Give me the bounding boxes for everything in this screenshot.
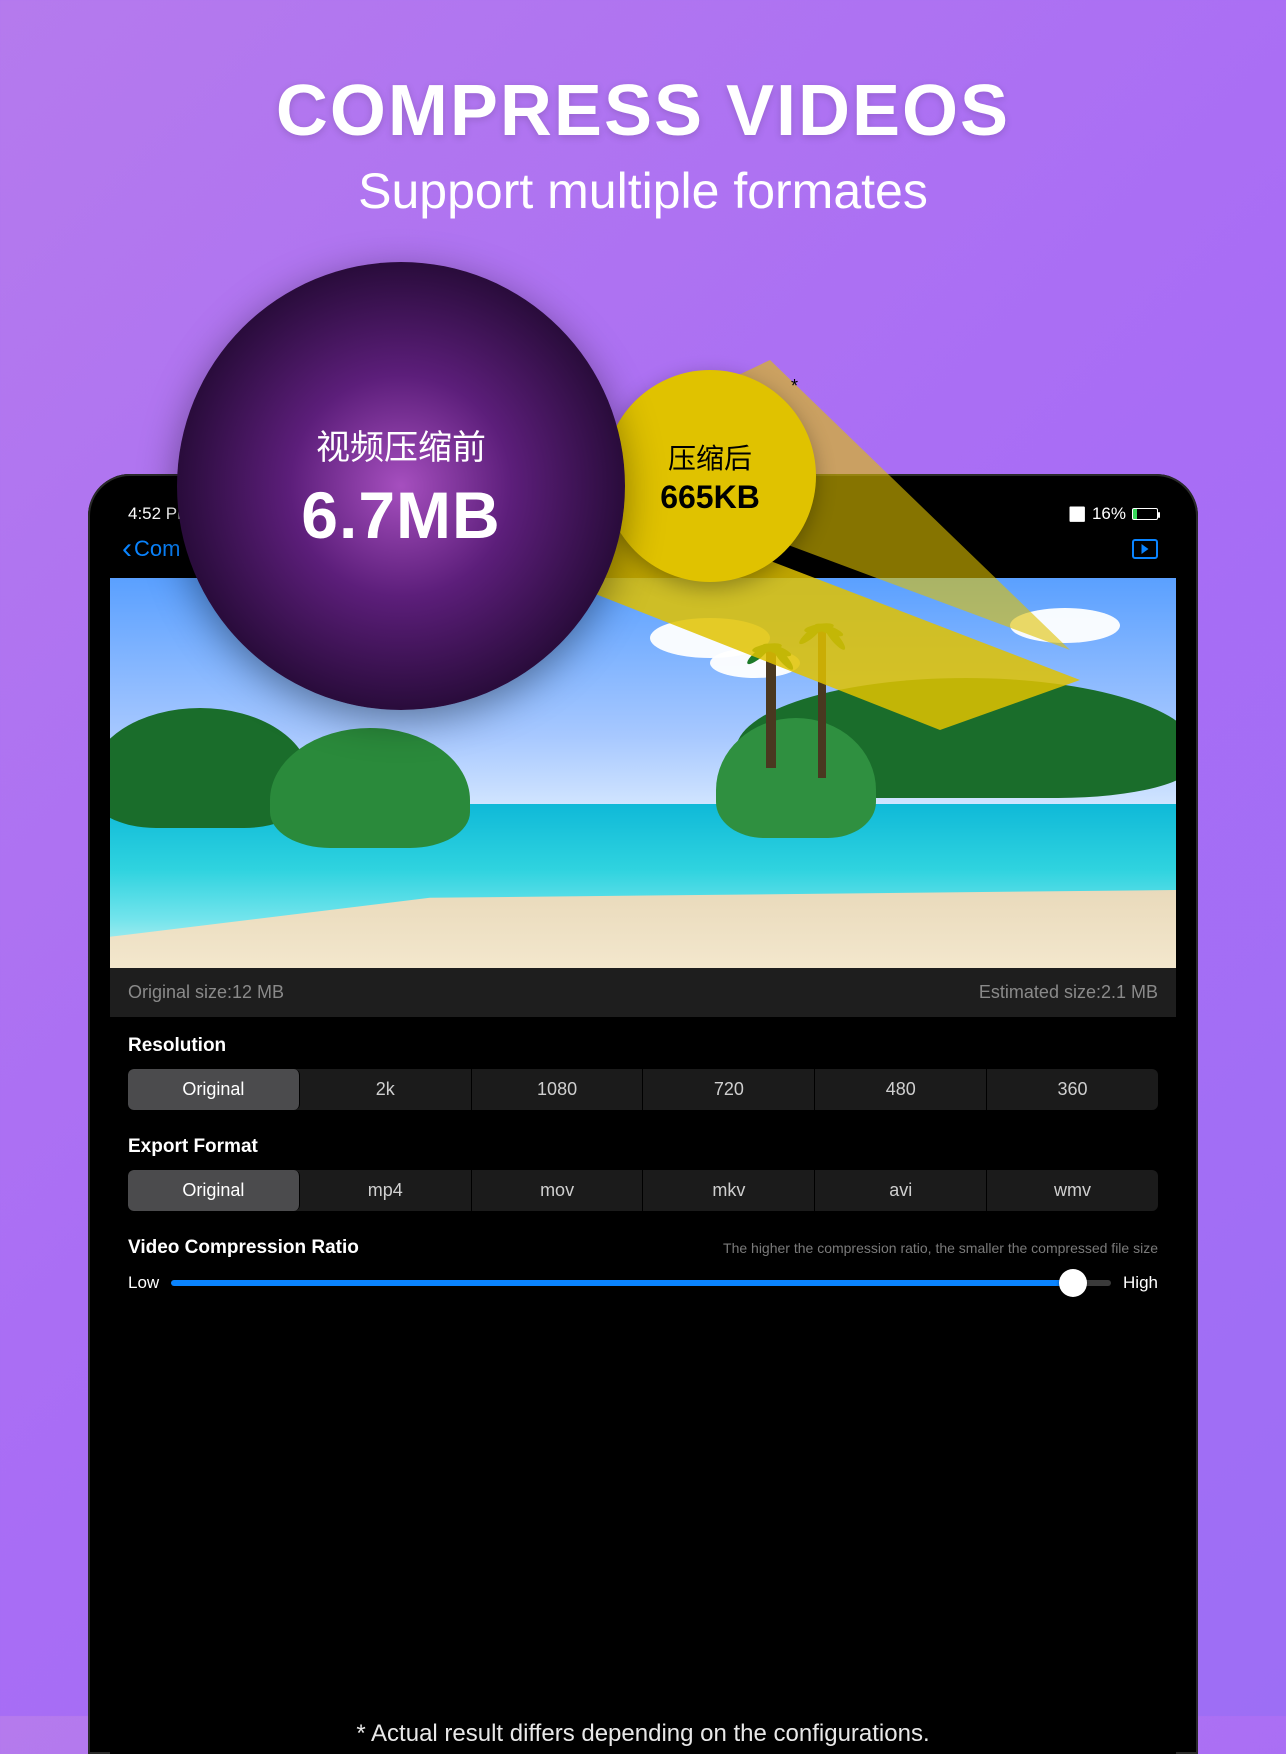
back-button[interactable]: ‹ Com xyxy=(122,534,180,564)
seg-res-option[interactable]: 720 xyxy=(643,1069,815,1110)
seg-fmt-option[interactable]: mkv xyxy=(643,1170,815,1211)
seg-res-option[interactable]: 2k xyxy=(300,1069,472,1110)
before-label: 视频压缩前 xyxy=(316,420,486,469)
marketing-headline: COMPRESS VIDEOS xyxy=(0,0,1286,152)
battery-icon xyxy=(1132,508,1158,520)
marketing-subheadline: Support multiple formates xyxy=(0,162,1286,220)
before-compression-badge: 视频压缩前 6.7MB xyxy=(177,262,625,710)
tablet-frame: 4:52 PM T 16% ‹ Com xyxy=(88,474,1198,1754)
ratio-label: Video Compression Ratio xyxy=(128,1237,359,1259)
battery-percent: 16% xyxy=(1092,504,1126,524)
original-size-label: Original size:12 MB xyxy=(128,982,284,1003)
seg-fmt-option[interactable]: Original xyxy=(128,1170,300,1211)
after-label: 压缩后 xyxy=(668,437,752,477)
seg-res-option[interactable]: 480 xyxy=(815,1069,987,1110)
after-compression-badge: * 压缩后 665KB xyxy=(604,370,816,582)
before-value: 6.7MB xyxy=(301,477,500,553)
screen: 4:52 PM T 16% ‹ Com xyxy=(110,496,1176,1754)
format-label: Export Format xyxy=(128,1136,1158,1158)
format-section: Export Format Originalmp4movmkvaviwmv xyxy=(110,1118,1176,1219)
resolution-segmented: Original2k1080720480360 xyxy=(128,1069,1158,1110)
format-segmented: Originalmp4movmkvaviwmv xyxy=(128,1170,1158,1211)
ratio-slider[interactable] xyxy=(171,1280,1111,1286)
resolution-section: Resolution Original2k1080720480360 xyxy=(110,1017,1176,1118)
wifi-icon xyxy=(1069,504,1086,524)
disclaimer-text: * Actual result differs depending on the… xyxy=(110,1720,1176,1748)
chevron-left-icon: ‹ xyxy=(122,534,132,564)
estimated-size-label: Estimated size:2.1 MB xyxy=(979,982,1158,1003)
seg-fmt-option[interactable]: mp4 xyxy=(300,1170,472,1211)
seg-res-option[interactable]: 1080 xyxy=(472,1069,644,1110)
video-output-icon[interactable] xyxy=(1132,539,1158,559)
ratio-low-label: Low xyxy=(128,1273,159,1293)
seg-fmt-option[interactable]: mov xyxy=(472,1170,644,1211)
resolution-label: Resolution xyxy=(128,1035,1158,1057)
asterisk: * xyxy=(791,376,798,397)
seg-fmt-option[interactable]: wmv xyxy=(987,1170,1158,1211)
ratio-slider-row: Low High xyxy=(110,1267,1176,1299)
slider-thumb[interactable] xyxy=(1059,1269,1087,1297)
seg-res-option[interactable]: 360 xyxy=(987,1069,1158,1110)
after-value: 665KB xyxy=(660,479,760,516)
ratio-hint: The higher the compression ratio, the sm… xyxy=(723,1240,1158,1256)
size-info-row: Original size:12 MB Estimated size:2.1 M… xyxy=(110,968,1176,1017)
seg-fmt-option[interactable]: avi xyxy=(815,1170,987,1211)
ratio-high-label: High xyxy=(1123,1273,1158,1293)
ratio-header: Video Compression Ratio The higher the c… xyxy=(110,1219,1176,1267)
back-label: Com xyxy=(134,536,180,562)
seg-res-option[interactable]: Original xyxy=(128,1069,300,1110)
